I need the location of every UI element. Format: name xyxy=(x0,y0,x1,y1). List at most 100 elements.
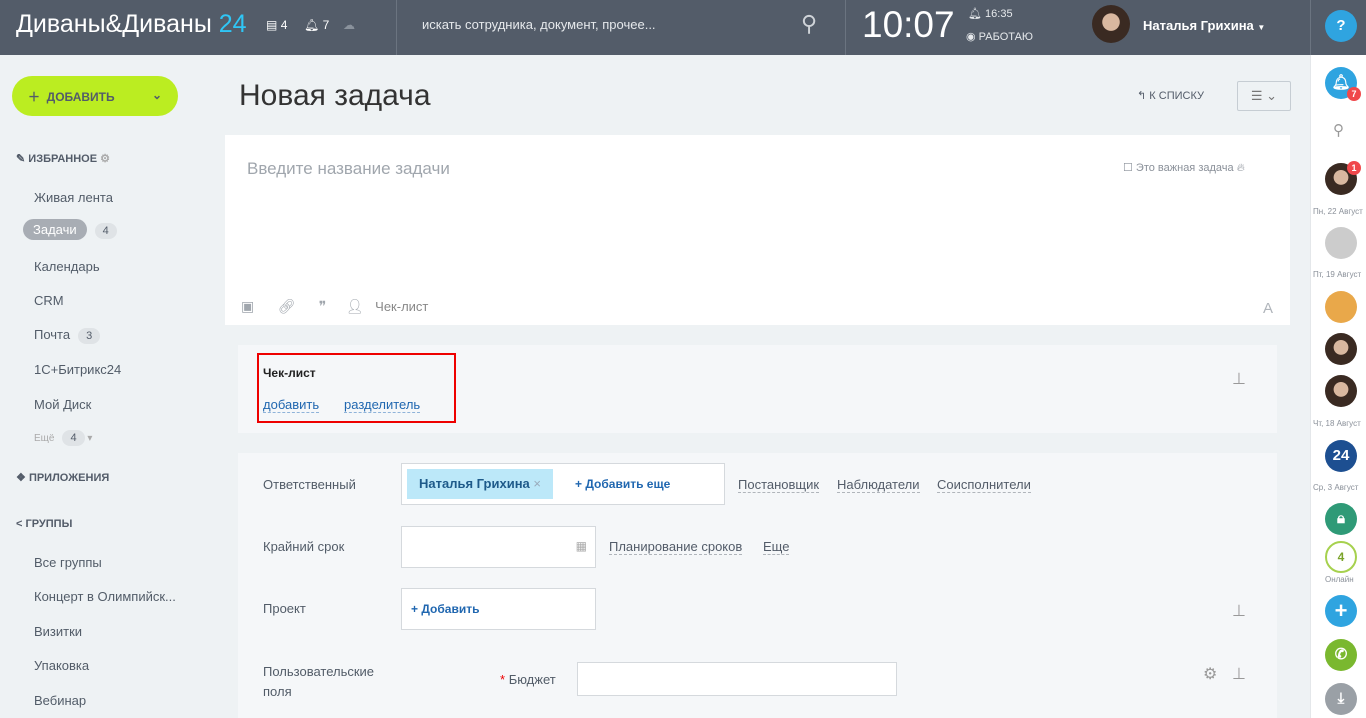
work-status[interactable]: ◉ РАБОТАЮ xyxy=(966,30,1033,43)
pin-icon[interactable]: ⊥ xyxy=(1232,601,1246,621)
download-icon[interactable]: ⤓ xyxy=(1325,683,1357,715)
chat-avatar[interactable] xyxy=(1325,291,1357,323)
pin-icon: ✎ xyxy=(16,153,25,165)
notifications-button[interactable]: 🔔︎7 xyxy=(1325,67,1357,99)
creator-link[interactable]: Постановщик xyxy=(738,477,819,493)
project-label: Проект xyxy=(263,601,306,616)
group-item[interactable]: Концерт в Олимпийск... xyxy=(34,589,176,604)
sidebar-item-bitrix[interactable]: 1С+Битрикс24 xyxy=(34,362,121,377)
link-icon[interactable]: 🔗︎ xyxy=(278,298,296,314)
responsible-label: Ответственный xyxy=(263,477,356,492)
search-icon[interactable]: ⚲ xyxy=(801,11,817,37)
more-link[interactable]: Еще xyxy=(763,539,789,555)
apps-section[interactable]: ❖ ПРИЛОЖЕНИЯ xyxy=(16,471,109,484)
add-button[interactable]: ＋ ДОБАВИТЬ⌄ xyxy=(12,76,178,116)
coexecutors-link[interactable]: Соисполнители xyxy=(937,477,1031,493)
logo[interactable]: Диваны&Диваны 24 xyxy=(16,10,247,39)
checklist-panel: Чек-лист добавить разделитель ⊥ xyxy=(238,345,1277,433)
pin-icon[interactable]: ⊥ xyxy=(1232,369,1246,389)
checklist-button[interactable]: Чек-лист xyxy=(375,299,428,314)
sidebar-more[interactable]: Ещё4 ▾ xyxy=(34,430,92,446)
font-icon[interactable]: A xyxy=(1263,300,1273,317)
deadline-input[interactable]: ▦ xyxy=(401,526,596,568)
add-more-link[interactable]: + Добавить еще xyxy=(575,477,670,491)
chat-date: Пт, 19 Август xyxy=(1313,270,1361,279)
search-input[interactable]: искать сотрудника, документ, прочее... xyxy=(422,17,656,32)
cloud-icon[interactable]: ☁ xyxy=(343,18,355,32)
clock[interactable]: 10:07 xyxy=(862,4,955,46)
budget-label: * Бюджет xyxy=(500,672,556,687)
group-item[interactable]: Вебинар xyxy=(34,693,86,708)
video-icon[interactable]: ▣ xyxy=(241,298,254,314)
group-item[interactable]: Визитки xyxy=(34,624,82,639)
fire-icon: 🔥︎ xyxy=(1237,162,1245,174)
chevron-down-icon: ⌄ xyxy=(152,88,162,102)
chat-avatar[interactable] xyxy=(1325,375,1357,407)
mention-icon[interactable]: 👤︎ xyxy=(346,298,364,314)
responsible-field[interactable]: Наталья Грихина × + Добавить еще xyxy=(401,463,725,505)
chat-avatar[interactable] xyxy=(1325,333,1357,365)
groups-section[interactable]: < ГРУППЫ xyxy=(16,518,72,530)
chat-date: Пн, 22 Август xyxy=(1313,207,1363,216)
page-title: Новая задача xyxy=(239,79,431,113)
task-editor: Введите название задачи ☐ Это важная зад… xyxy=(225,135,1290,325)
right-bar: 🔔︎7 ⚲ 1 Пн, 22 Август Пт, 19 Август Чт, … xyxy=(1310,55,1366,718)
deadline-label: Крайний срок xyxy=(263,539,344,554)
user-avatar[interactable] xyxy=(1092,5,1130,43)
custom-fields-label: Пользовательские поля xyxy=(263,662,393,702)
divider xyxy=(396,0,397,55)
settings-menu-button[interactable]: ☰ ⌄ xyxy=(1237,81,1291,111)
sidebar-item-disk[interactable]: Мой Диск xyxy=(34,397,91,412)
apps-icon: ❖ xyxy=(16,472,26,484)
chat-avatar[interactable] xyxy=(1325,227,1357,259)
project-add-link[interactable]: + Добавить xyxy=(411,602,479,616)
gear-icon[interactable]: ⚙ xyxy=(1203,664,1217,684)
chat-date: Чт, 18 Август xyxy=(1313,419,1361,428)
gear-icon[interactable]: ⚙ xyxy=(100,153,110,165)
pin-icon[interactable]: ⊥ xyxy=(1232,664,1246,684)
planning-link[interactable]: Планирование сроков xyxy=(609,539,742,555)
chat-icon: ▤ xyxy=(266,18,277,32)
important-checkbox[interactable]: ☐ Это важная задача 🔥︎ xyxy=(1123,161,1245,175)
observers-link[interactable]: Наблюдатели xyxy=(837,477,920,493)
group-item[interactable]: Упаковка xyxy=(34,658,89,673)
close-icon[interactable]: × xyxy=(533,476,541,491)
online-counter[interactable]: 4 xyxy=(1325,541,1357,573)
group-item[interactable]: Все группы xyxy=(34,555,102,570)
budget-input[interactable] xyxy=(577,662,897,696)
checklist-title: Чек-лист xyxy=(263,366,316,380)
checklist-add-link[interactable]: добавить xyxy=(263,397,319,413)
share-icon: < xyxy=(16,518,22,530)
divider xyxy=(845,0,846,55)
left-sidebar: ＋ ДОБАВИТЬ⌄ ✎ ИЗБРАННОЕ ⚙ Живая лента За… xyxy=(0,55,225,718)
help-button[interactable]: ? xyxy=(1325,10,1357,42)
checklist-separator-link[interactable]: разделитель xyxy=(344,397,420,413)
favorites-section[interactable]: ✎ ИЗБРАННОЕ ⚙ xyxy=(16,152,110,165)
sidebar-item-feed[interactable]: Живая лента xyxy=(34,190,113,205)
description-editor[interactable] xyxy=(247,215,1287,285)
messages-button[interactable]: ▤ 4 xyxy=(266,18,287,32)
task-name-input[interactable]: Введите название задачи xyxy=(247,159,450,179)
sidebar-item-tasks[interactable]: Задачи4 xyxy=(34,222,117,239)
task-form: Ответственный Наталья Грихина × + Добави… xyxy=(238,453,1277,718)
alarm: 🔔︎ 16:35 xyxy=(968,7,1013,20)
user-menu[interactable]: Наталья Грихина ▼ xyxy=(1143,18,1265,33)
sidebar-item-crm[interactable]: CRM xyxy=(34,293,64,308)
top-header: Диваны&Диваны 24 ▤ 4 🔔︎ 7 ☁ искать сотру… xyxy=(0,0,1366,55)
plus-icon[interactable]: + xyxy=(1325,595,1357,627)
online-label: Онлайн xyxy=(1325,575,1354,584)
phone-icon[interactable]: ✆ xyxy=(1325,639,1357,671)
calendar-icon[interactable]: ▦ xyxy=(576,539,587,553)
search-icon[interactable]: ⚲ xyxy=(1333,121,1344,139)
chat-avatar[interactable]: 1 xyxy=(1325,163,1357,195)
quote-icon[interactable]: ❞ xyxy=(319,298,327,314)
b24-chat[interactable]: 24 xyxy=(1325,440,1357,472)
notifications-button[interactable]: 🔔︎ 7 xyxy=(304,18,329,32)
lock-icon[interactable]: 🔒︎ xyxy=(1325,503,1357,535)
sidebar-item-mail[interactable]: Почта3 xyxy=(34,327,100,344)
user-tag[interactable]: Наталья Грихина × xyxy=(407,469,553,499)
project-field[interactable]: + Добавить xyxy=(401,588,596,630)
sidebar-item-calendar[interactable]: Календарь xyxy=(34,259,100,274)
bell-icon: 🔔︎ xyxy=(304,18,319,32)
back-to-list-link[interactable]: ↰ К СПИСКУ xyxy=(1137,89,1204,102)
